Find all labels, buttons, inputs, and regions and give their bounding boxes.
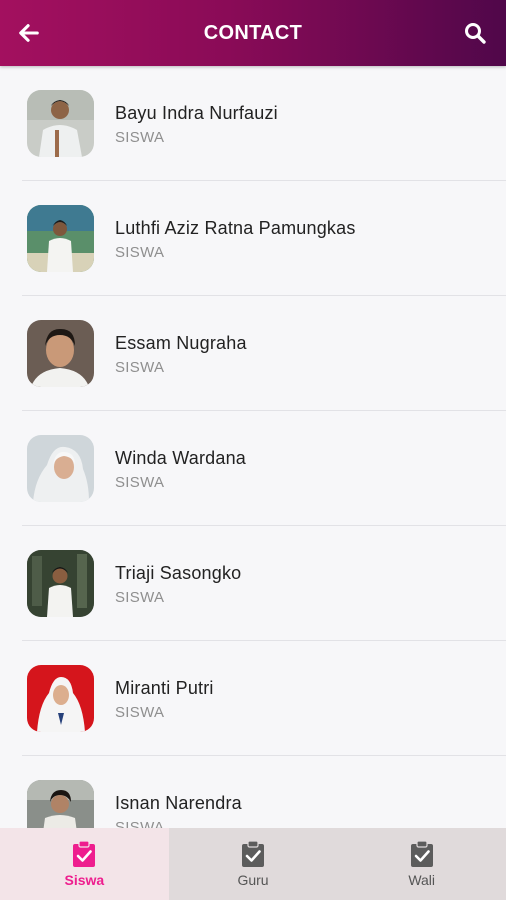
contact-name: Luthfi Aziz Ratna Pamungkas (115, 218, 356, 238)
contact-row[interactable]: Bayu Indra Nurfauzi SISWA (0, 66, 506, 181)
search-icon (465, 23, 486, 44)
contact-name: Triaji Sasongko (115, 563, 242, 583)
contact-role: SISWA (115, 474, 165, 491)
contact-row[interactable]: Essam Nugraha SISWA (0, 296, 506, 411)
contact-role: SISWA (115, 244, 165, 261)
contact-role: SISWA (115, 129, 165, 146)
contact-name: Essam Nugraha (115, 333, 247, 353)
tab-label: Wali (408, 872, 436, 888)
contact-role: SISWA (115, 704, 165, 721)
arrow-left-icon (19, 24, 39, 42)
bottom-navigation: Siswa Guru Wali (0, 828, 506, 900)
page-title: CONTACT (203, 21, 303, 44)
clipboard-check-icon (242, 840, 264, 867)
contact-screen: CONTACT Bayu Indra Nurfauzi SISWA Luthfi… (0, 0, 506, 900)
tab-label: Siswa (64, 872, 105, 888)
contact-name: Miranti Putri (115, 678, 214, 698)
app-bar: CONTACT (0, 0, 506, 66)
contact-row[interactable]: Miranti Putri SISWA (0, 641, 506, 756)
avatar (27, 320, 94, 387)
contact-role: SISWA (115, 359, 165, 376)
contact-row[interactable]: Isnan Narendra SISWA (0, 756, 506, 828)
tab-wali[interactable]: Wali (337, 828, 506, 900)
contact-list[interactable]: Bayu Indra Nurfauzi SISWA Luthfi Aziz Ra… (0, 66, 506, 828)
clipboard-check-icon (73, 840, 96, 867)
contact-name: Bayu Indra Nurfauzi (115, 103, 278, 123)
tab-guru[interactable]: Guru (168, 828, 338, 900)
contact-role: SISWA (115, 819, 165, 828)
tab-siswa[interactable]: Siswa (0, 828, 169, 900)
avatar (27, 780, 94, 828)
contact-row[interactable]: Triaji Sasongko SISWA (0, 526, 506, 641)
back-button[interactable] (14, 18, 44, 48)
avatar (27, 90, 94, 157)
avatar (27, 435, 94, 502)
contact-row[interactable]: Luthfi Aziz Ratna Pamungkas SISWA (0, 181, 506, 296)
search-button[interactable] (460, 18, 490, 48)
avatar (27, 205, 94, 272)
clipboard-check-icon (410, 840, 433, 867)
contact-row[interactable]: Winda Wardana SISWA (0, 411, 506, 526)
contact-name: Winda Wardana (115, 448, 246, 468)
tab-label: Guru (237, 872, 269, 888)
contact-name: Isnan Narendra (115, 793, 242, 813)
avatar (27, 550, 94, 617)
avatar (27, 665, 94, 732)
contact-role: SISWA (115, 589, 165, 606)
